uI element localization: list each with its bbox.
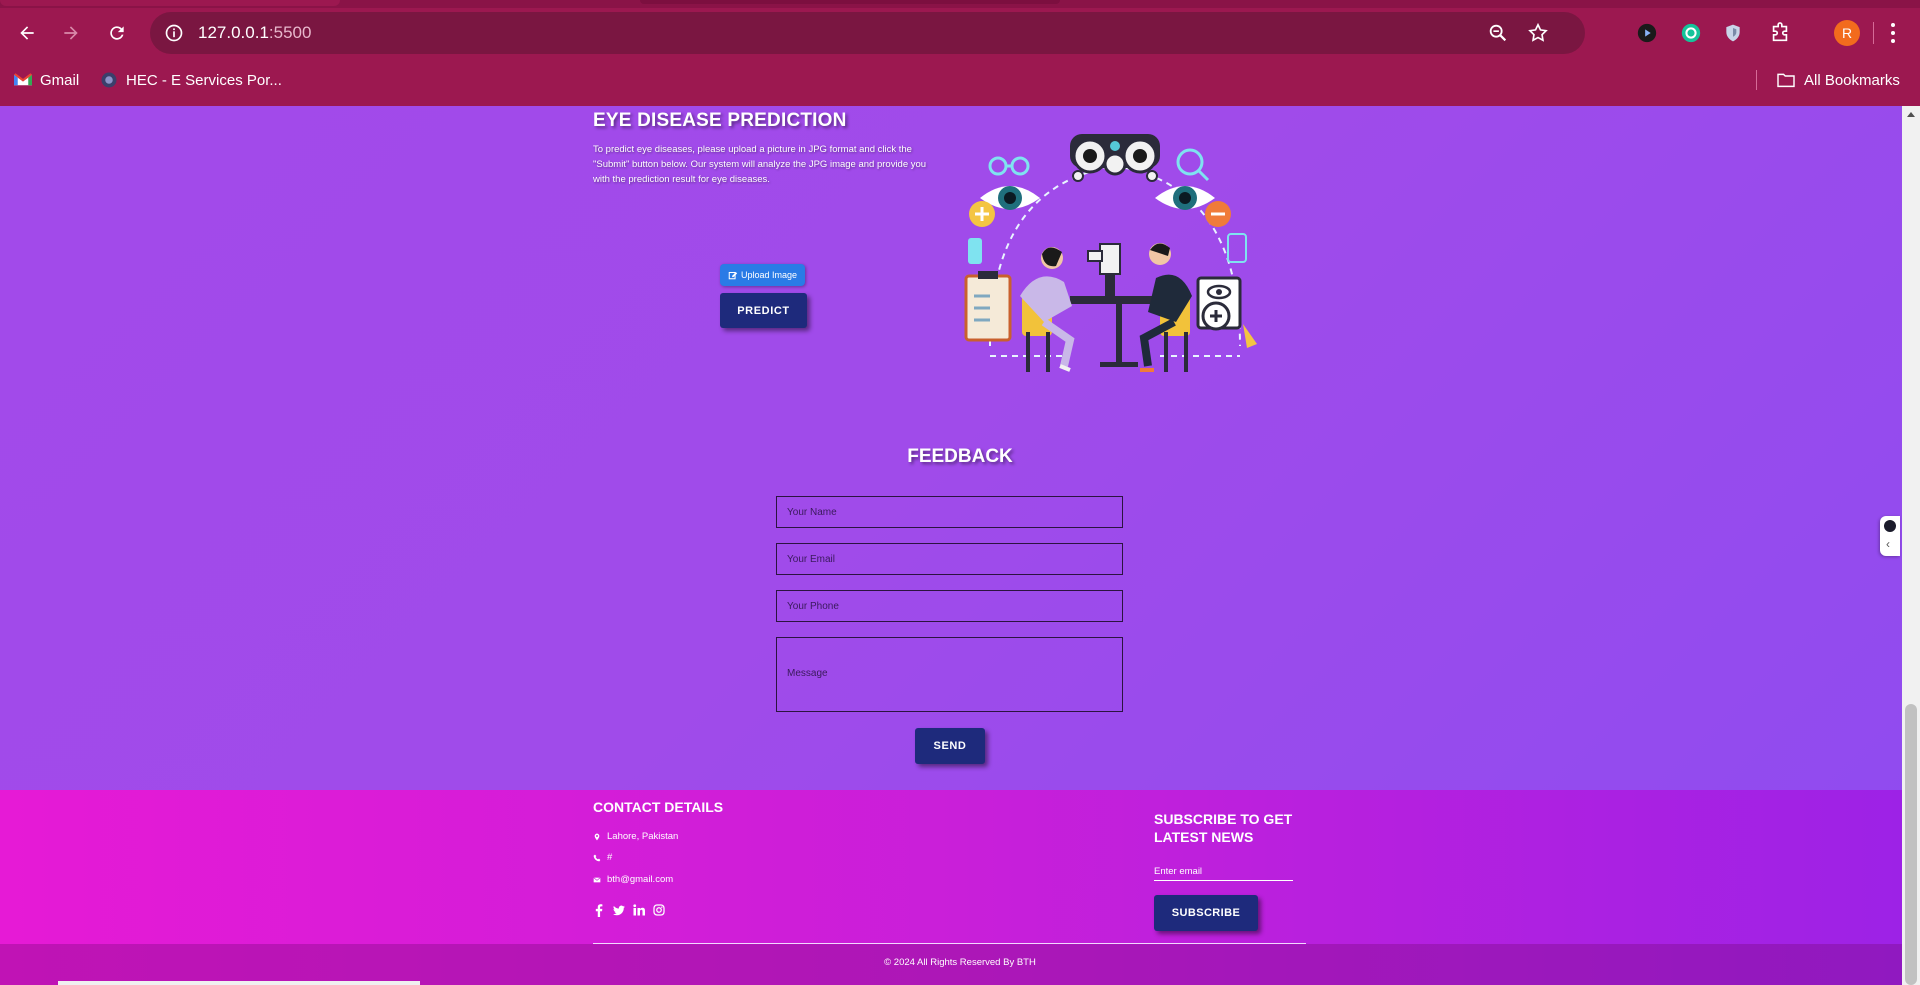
bookmarks-bar: Gmail HEC - E Services Por... All Bookma… <box>0 64 1920 96</box>
phone-input[interactable] <box>776 590 1123 622</box>
all-bookmarks-label: All Bookmarks <box>1804 71 1900 89</box>
contact-location: Lahore, Pakistan <box>593 831 678 842</box>
phoropter-graphic <box>1070 134 1160 182</box>
predict-button[interactable]: PREDICT <box>720 293 807 328</box>
prediction-description: To predict eye diseases, please upload a… <box>593 144 927 185</box>
message-textarea[interactable] <box>776 637 1123 712</box>
facebook-icon[interactable] <box>593 903 605 917</box>
extension-shield-icon[interactable] <box>1719 19 1747 47</box>
all-bookmarks-button[interactable]: All Bookmarks <box>1776 68 1900 92</box>
social-links <box>593 903 665 917</box>
hec-icon <box>101 72 117 88</box>
send-button[interactable]: SEND <box>915 728 985 764</box>
extension-play-icon[interactable] <box>1633 19 1661 47</box>
bookmark-star-icon[interactable] <box>1527 22 1549 44</box>
contact-details-title: CONTACT DETAILS <box>593 799 724 815</box>
url-host: 127.0.0.1 <box>198 23 269 42</box>
scrollbar-thumb[interactable] <box>1905 704 1917 985</box>
side-panel-widget[interactable]: ‹ <box>1880 516 1900 556</box>
location-text: Lahore, Pakistan <box>607 831 679 842</box>
phone-icon <box>593 854 601 861</box>
bookmark-label: HEC - E Services Por... <box>126 71 282 89</box>
folder-icon <box>1777 73 1795 88</box>
copyright-text: © 2024 All Rights Reserved By BTH <box>0 944 1920 985</box>
linkedin-icon[interactable] <box>633 904 645 916</box>
bookmarks-divider <box>1756 70 1757 90</box>
upload-edit-icon <box>728 271 738 280</box>
page-scrollbar[interactable] <box>1902 106 1920 985</box>
bookmark-gmail[interactable]: Gmail <box>14 68 79 92</box>
forward-button[interactable] <box>52 14 90 52</box>
reload-button[interactable] <box>98 14 136 52</box>
eye-graphic-right <box>1155 186 1215 210</box>
arrow-left-icon <box>20 26 34 40</box>
zoom-icon[interactable] <box>1487 22 1509 44</box>
chrome-menu-icon[interactable] <box>1882 18 1904 48</box>
subscribe-email-input[interactable] <box>1154 863 1293 881</box>
phone-text: # <box>607 852 613 863</box>
prediction-title: EYE DISEASE PREDICTION <box>593 110 847 131</box>
inactive-tab[interactable] <box>640 0 1060 4</box>
back-button[interactable] <box>8 14 46 52</box>
reload-icon <box>110 26 124 40</box>
map-marker-icon <box>594 833 600 840</box>
active-tab[interactable] <box>0 0 340 6</box>
instagram-icon[interactable] <box>653 904 665 916</box>
email-text: bth@gmail.com <box>607 874 674 885</box>
profile-avatar[interactable]: R <box>1834 20 1860 46</box>
upload-image-button[interactable]: Upload Image <box>720 264 805 286</box>
contact-email: bth@gmail.com <box>593 874 673 885</box>
subscribe-title: SUBSCRIBE TO GET LATEST NEWS <box>1154 811 1293 845</box>
scroll-up-arrow-icon[interactable] <box>1907 112 1915 117</box>
chevron-left-icon: ‹ <box>1886 537 1890 551</box>
footer: CONTACT DETAILS Lahore, Pakistan # bth@g… <box>0 790 1920 985</box>
contact-phone: # <box>593 852 612 863</box>
subscribe-button[interactable]: SUBSCRIBE <box>1154 895 1258 931</box>
arrow-right-icon <box>64 26 78 40</box>
address-bar[interactable]: 127.0.0.1:5500 <box>150 12 1585 54</box>
extension-grammarly-icon[interactable] <box>1677 19 1705 47</box>
feedback-title: FEEDBACK <box>907 446 1013 467</box>
envelope-icon <box>593 876 601 882</box>
name-input[interactable] <box>776 496 1123 528</box>
extensions-puzzle-icon[interactable] <box>1766 19 1794 47</box>
upload-image-label: Upload Image <box>740 270 798 280</box>
gmail-icon <box>14 73 32 86</box>
url-text[interactable]: 127.0.0.1:5500 <box>198 23 311 43</box>
profile-initial: R <box>1841 25 1853 41</box>
bookmark-hec[interactable]: HEC - E Services Por... <box>100 68 282 92</box>
browser-chrome: 127.0.0.1:5500 R Gmail HEC - E Services … <box>0 0 1920 106</box>
widget-dot-icon <box>1884 520 1896 532</box>
horizontal-scrollbar[interactable] <box>58 981 420 985</box>
info-icon[interactable] <box>164 23 184 43</box>
email-input[interactable] <box>776 543 1123 575</box>
twitter-icon[interactable] <box>613 904 625 916</box>
bookmark-label: Gmail <box>40 71 80 89</box>
eye-exam-illustration <box>964 134 1257 372</box>
url-port: :5500 <box>268 23 312 42</box>
toolbar-divider <box>1873 22 1874 44</box>
